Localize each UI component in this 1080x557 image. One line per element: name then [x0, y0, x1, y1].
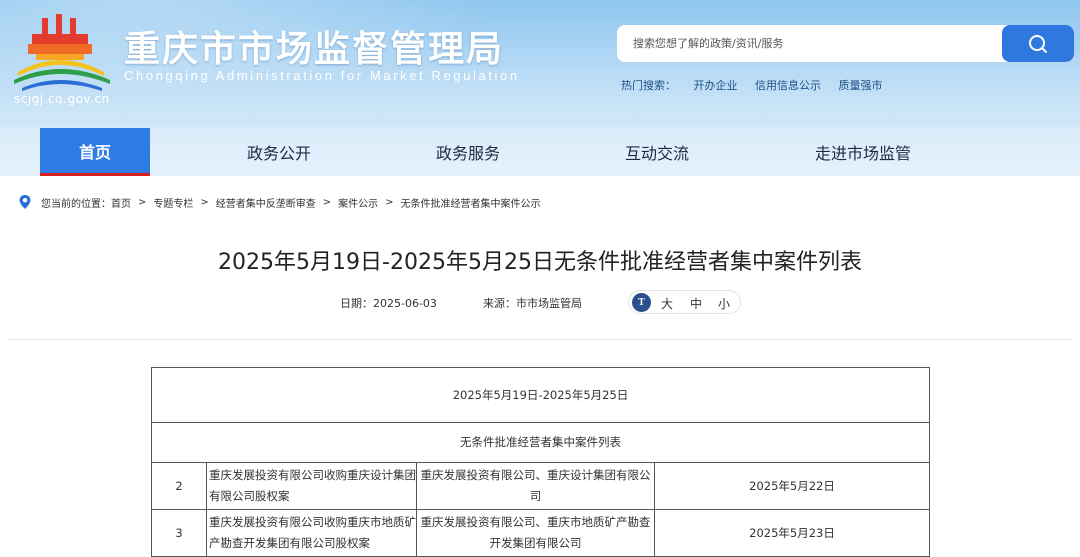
search-icon [1029, 34, 1047, 53]
hot-search: 热门搜索： 开办企业 信用信息公示 质量强市 [621, 77, 897, 93]
nav-item-gov-affairs[interactable]: 政务公开 [224, 128, 334, 176]
breadcrumb: 您当前的位置： 首页 > 专题专栏 > 经营者集中反垄断审查 > 案件公示 > … [18, 193, 541, 211]
nav-item-gov-services[interactable]: 政务服务 [413, 128, 523, 176]
case-table: 2025年5月19日-2025年5月25日 无条件批准经营者集中案件列表 2 重… [150, 367, 931, 557]
table-period-row: 2025年5月19日-2025年5月25日 [150, 367, 931, 423]
search-input[interactable] [617, 25, 1002, 62]
table-subtitle-row: 无条件批准经营者集中案件列表 [150, 422, 931, 463]
font-size-icon: T [632, 293, 651, 312]
font-size-small[interactable]: 小 [718, 295, 730, 312]
case-parties: 重庆发展投资有限公司、重庆市地质矿产勘查开发集团有限公司 [416, 509, 655, 557]
site-title[interactable]: 重庆市市场监督管理局 [124, 20, 504, 72]
breadcrumb-current[interactable]: 无条件批准经营者集中案件公示 [401, 195, 541, 210]
location-pin-icon [19, 195, 31, 209]
case-parties: 重庆发展投资有限公司、重庆设计集团有限公司 [416, 462, 655, 510]
hot-search-item[interactable]: 信用信息公示 [755, 79, 821, 92]
breadcrumb-prefix: 您当前的位置： [41, 198, 111, 210]
case-date: 2025年5月22日 [653, 462, 931, 510]
article-meta: 日期：2025-06-03 来源：市市场监管局 T 大 中 小 [0, 290, 1080, 314]
emblem-logo-icon[interactable] [12, 12, 112, 92]
breadcrumb-separator: > [200, 196, 209, 208]
table-row: 2 重庆发展投资有限公司收购重庆设计集团有限公司股权案 重庆发展投资有限公司、重… [151, 462, 931, 510]
font-size-large[interactable]: 大 [661, 295, 673, 312]
content-divider [8, 339, 1072, 340]
search-button[interactable] [1002, 25, 1074, 62]
breadcrumb-antitrust-review[interactable]: 经营者集中反垄断审查 [216, 195, 316, 210]
main-nav: 首页 政务公开 政务服务 互动交流 走进市场监管 [0, 128, 1080, 176]
hot-search-label: 热门搜索： [621, 79, 676, 92]
case-date: 2025年5月23日 [653, 509, 931, 557]
table-period: 2025年5月19日-2025年5月25日 [150, 367, 931, 423]
breadcrumb-case-notice[interactable]: 案件公示 [338, 195, 378, 210]
search-box [617, 25, 1074, 62]
font-size-control: T 大 中 小 [628, 290, 741, 314]
font-size-medium[interactable]: 中 [690, 295, 702, 312]
breadcrumb-special-topics[interactable]: 专题专栏 [153, 195, 193, 210]
publish-date: 日期：2025-06-03 [340, 297, 437, 310]
case-name: 重庆发展投资有限公司收购重庆设计集团有限公司股权案 [206, 462, 417, 510]
table-row: 3 重庆发展投资有限公司收购重庆市地质矿产勘查开发集团有限公司股权案 重庆发展投… [151, 509, 931, 557]
nav-item-interaction[interactable]: 互动交流 [602, 128, 712, 176]
case-number: 3 [151, 509, 207, 557]
breadcrumb-separator: > [385, 196, 394, 208]
site-header: scjgj.cq.gov.cn 重庆市市场监督管理局 Chongqing Adm… [0, 0, 1080, 128]
case-name: 重庆发展投资有限公司收购重庆市地质矿产勘查开发集团有限公司股权案 [206, 509, 417, 557]
article-source: 来源：市市场监管局 [483, 297, 582, 310]
case-number: 2 [151, 462, 207, 510]
hot-search-item[interactable]: 质量强市 [839, 79, 883, 92]
hot-search-item[interactable]: 开办企业 [694, 79, 738, 92]
nav-item-about[interactable]: 走进市场监管 [798, 128, 928, 176]
site-subtitle: Chongqing Administration for Market Regu… [124, 68, 520, 83]
nav-item-home[interactable]: 首页 [40, 128, 150, 176]
site-domain: scjgj.cq.gov.cn [14, 92, 110, 106]
page-title: 2025年5月19日-2025年5月25日无条件批准经营者集中案件列表 [218, 250, 862, 275]
table-subtitle: 无条件批准经营者集中案件列表 [150, 422, 931, 463]
breadcrumb-home[interactable]: 首页 [111, 195, 131, 210]
breadcrumb-separator: > [322, 196, 332, 208]
breadcrumb-separator: > [138, 196, 147, 208]
